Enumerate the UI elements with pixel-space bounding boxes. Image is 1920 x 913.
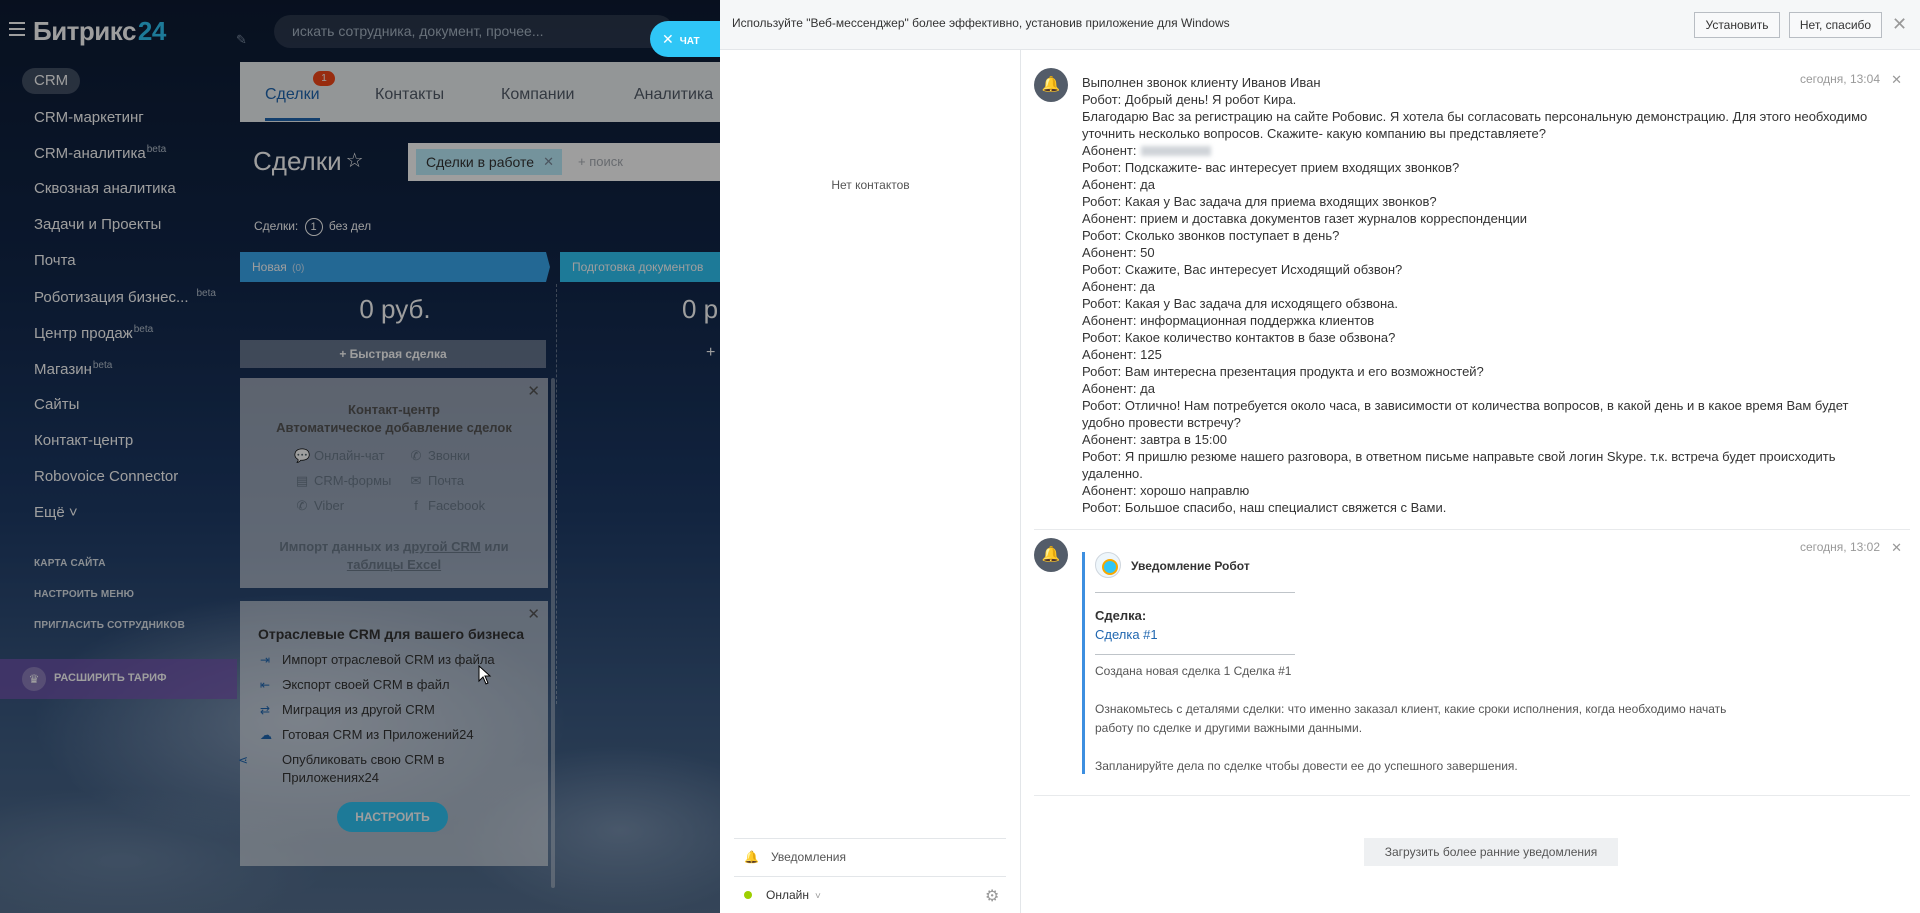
close-icon[interactable]: ✕ — [1891, 72, 1902, 88]
blurred-text — [1140, 146, 1211, 156]
notification-call: 🔔 сегодня, 13:04 ✕ Выполнен звонок клиен… — [1034, 68, 1910, 530]
notification-time: сегодня, 13:02 — [1799, 540, 1880, 554]
call-transcript: Выполнен звонок клиенту Иванов Иван Робо… — [1082, 75, 1868, 515]
messenger-contacts-pane: Нет контактов 🔔 Уведомления Онлайн ˅ ⚙ — [720, 50, 1021, 913]
close-chat-button[interactable]: ✕ ЧАТ — [650, 21, 720, 57]
deal-plan-text: Запланируйте дела по сделке чтобы довест… — [1095, 759, 1518, 773]
bell-icon: 🔔 — [1034, 68, 1068, 102]
no-thanks-button[interactable]: Нет, спасибо — [1789, 12, 1882, 38]
status-selector[interactable]: Онлайн ˅ — [744, 888, 821, 902]
robot-logo-icon — [1095, 552, 1121, 578]
gear-icon[interactable]: ⚙ — [985, 886, 999, 906]
install-app-text: Используйте "Веб-мессенджер" более эффек… — [732, 16, 1230, 30]
separator — [1095, 592, 1295, 593]
deal-link[interactable]: Сделка #1 — [1095, 627, 1158, 642]
bell-icon: 🔔 — [1034, 538, 1068, 572]
messenger-panel: Используйте "Веб-мессенджер" более эффек… — [720, 0, 1920, 913]
notification-robot: 🔔 сегодня, 13:02 ✕ Уведомление Робот Сде… — [1034, 536, 1910, 796]
bell-icon: 🔔 — [744, 850, 759, 864]
separator — [1095, 654, 1295, 655]
robot-notification-card: Уведомление Робот Сделка: Сделка #1 Созд… — [1082, 552, 1782, 774]
robot-name: Уведомление Робот — [1131, 559, 1250, 573]
install-app-banner: Используйте "Веб-мессенджер" более эффек… — [720, 0, 1920, 50]
chevron-down-icon: ˅ — [814, 891, 821, 902]
load-earlier-notifications-button[interactable]: Загрузить более ранние уведомления — [1364, 838, 1618, 866]
divider — [734, 838, 1006, 839]
no-contacts-text: Нет контактов — [831, 178, 910, 192]
notifications-feed: 🔔 сегодня, 13:04 ✕ Выполнен звонок клиен… — [1022, 50, 1920, 913]
deal-label: Сделка: — [1095, 608, 1147, 623]
notifications-button[interactable]: 🔔 Уведомления — [744, 850, 846, 864]
online-status-dot — [744, 891, 752, 899]
close-icon: ✕ — [662, 31, 674, 47]
overlay-dim[interactable] — [0, 0, 720, 913]
close-icon[interactable]: ✕ — [1891, 540, 1902, 556]
divider — [734, 876, 1006, 877]
deal-created-text: Создана новая сделка 1 Сделка #1 — [1095, 664, 1292, 678]
deal-details-text: Ознакомьтесь с деталями сделки: что имен… — [1095, 702, 1727, 735]
mouse-cursor-icon — [478, 665, 492, 685]
install-button[interactable]: Установить — [1694, 12, 1780, 38]
close-icon[interactable]: ✕ — [1892, 14, 1912, 34]
